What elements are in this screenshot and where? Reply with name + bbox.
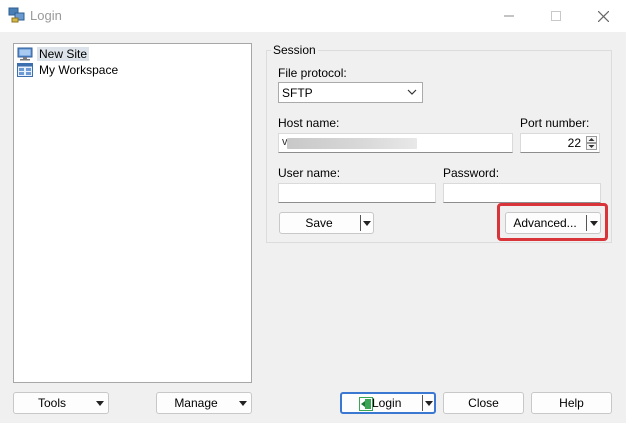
user-name-input[interactable] — [278, 183, 436, 203]
dropdown-arrow-icon[interactable] — [363, 221, 371, 226]
login-icon — [359, 397, 373, 411]
tools-button-label: Tools — [37, 396, 66, 410]
password-input[interactable] — [443, 183, 601, 203]
close-icon — [597, 10, 609, 22]
highlight-box — [497, 203, 608, 241]
tree-item-label: New Site — [37, 47, 90, 61]
tree-item-my-workspace[interactable]: My Workspace — [17, 62, 120, 78]
tree-item-new-site[interactable]: New Site — [17, 46, 90, 62]
file-protocol-label: File protocol: — [278, 66, 347, 80]
minimize-button[interactable] — [486, 0, 532, 32]
close-window-button[interactable] — [580, 0, 626, 32]
user-name-label: User name: — [278, 166, 341, 180]
save-button[interactable]: Save — [279, 212, 374, 234]
password-label: Password: — [443, 166, 500, 180]
arrow-up-icon — [588, 138, 595, 141]
manage-button[interactable]: Manage — [156, 392, 252, 414]
close-button[interactable]: Close — [443, 392, 524, 414]
host-name-label: Host name: — [278, 116, 340, 130]
spin-up-button[interactable] — [586, 136, 597, 143]
workspace-icon — [17, 63, 33, 77]
chevron-down-icon — [407, 89, 417, 95]
close-button-label: Close — [468, 396, 499, 410]
file-protocol-value: SFTP — [282, 85, 313, 100]
maximize-button[interactable] — [533, 0, 579, 32]
maximize-icon — [551, 11, 561, 21]
port-number-value: 22 — [567, 136, 581, 150]
save-button-label: Save — [305, 216, 333, 230]
winscp-app-icon — [8, 7, 25, 23]
split-divider — [422, 395, 423, 411]
help-button-label: Help — [559, 396, 584, 410]
monitor-icon — [17, 47, 33, 61]
minimize-icon — [504, 15, 514, 17]
dropdown-arrow-icon[interactable] — [425, 401, 433, 406]
dropdown-arrow-icon — [239, 401, 247, 406]
login-button-label: Login — [372, 396, 402, 410]
manage-button-label: Manage — [174, 396, 218, 410]
window-title: Login — [30, 8, 62, 23]
port-number-label: Port number: — [520, 116, 590, 130]
login-button[interactable]: Login — [340, 392, 436, 414]
site-tree[interactable]: New Site My Workspace — [13, 43, 252, 383]
tools-button[interactable]: Tools — [13, 392, 109, 414]
tree-item-label: My Workspace — [39, 63, 119, 77]
title-bar: Login — [0, 0, 626, 32]
port-number-spinner[interactable]: 22 — [520, 133, 600, 153]
dropdown-arrow-icon — [96, 401, 104, 406]
session-group-title: Session — [271, 43, 318, 57]
file-protocol-select[interactable]: SFTP — [278, 82, 423, 103]
host-name-input[interactable]: v — [278, 133, 513, 153]
help-button[interactable]: Help — [531, 392, 612, 414]
spin-down-button[interactable] — [586, 143, 597, 150]
split-divider — [360, 215, 361, 231]
arrow-down-icon — [588, 145, 595, 148]
redacted-host-blur — [287, 138, 417, 149]
